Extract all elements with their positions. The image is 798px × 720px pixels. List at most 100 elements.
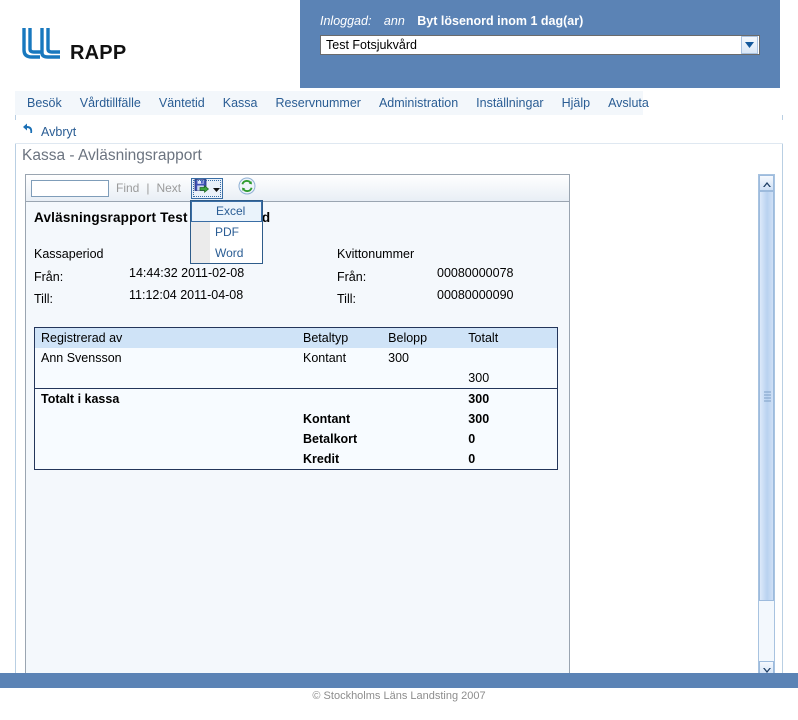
caret-down-icon[interactable] — [213, 179, 221, 197]
main-menu: Besök Vårdtillfälle Väntetid Kassa Reser… — [15, 91, 649, 115]
table-cell-type: Kredit — [303, 452, 340, 466]
export-menu-item-word[interactable]: Word — [191, 243, 262, 264]
menu-item-vantetid[interactable]: Väntetid — [150, 91, 214, 115]
save-export-icon — [194, 178, 210, 199]
scroll-up-button[interactable] — [759, 175, 774, 191]
column-header-totalt: Totalt — [462, 327, 558, 348]
cash-period-heading: Kassaperiod — [34, 247, 104, 261]
find-next-separator: | — [146, 181, 150, 195]
table-cell-amount — [382, 409, 462, 429]
cancel-link[interactable]: Avbryt — [15, 122, 76, 141]
receipt-number-block: Kvittonummer Från: 00080000078 Till: 000… — [337, 247, 567, 314]
table-header-row: Registrerad av Betaltyp Belopp Totalt — [34, 327, 558, 348]
vertical-scrollbar[interactable] — [758, 174, 775, 678]
table-cell-name — [35, 429, 298, 449]
menu-item-kassa[interactable]: Kassa — [214, 91, 267, 115]
menu-item-reservnummer[interactable]: Reservnummer — [267, 91, 370, 115]
table-cell-amount — [382, 388, 463, 409]
cash-period-from-value: 14:44:32 2011-02-08 — [129, 266, 245, 280]
receipt-to-row: Till: 00080000090 — [337, 288, 567, 314]
table-row: Betalkort 0 — [35, 429, 558, 449]
column-header-belopp: Belopp — [382, 327, 463, 348]
cash-period-to-value: 11:12:04 2011-04-08 — [129, 288, 244, 302]
cash-period-to-row: Till: 11:12:04 2011-04-08 — [34, 288, 334, 314]
table-cell-amount — [382, 429, 462, 449]
scroll-thumb[interactable] — [759, 191, 774, 601]
footer-bar — [0, 673, 798, 688]
cash-period-from-label: Från: — [34, 270, 64, 284]
receipt-heading: Kvittonummer — [337, 247, 415, 261]
menu-item-administration[interactable]: Administration — [370, 91, 467, 115]
cash-period-to-label: Till: — [34, 292, 53, 306]
menu-item-hjalp[interactable]: Hjälp — [553, 91, 600, 115]
brand-name: RAPP — [70, 42, 127, 64]
refresh-icon — [238, 177, 256, 200]
receipt-to-value: 00080000090 — [437, 288, 514, 302]
cancel-label: Avbryt — [41, 124, 77, 139]
table-cell-type — [297, 388, 383, 409]
report-table: Registrerad av Betaltyp Belopp Totalt An… — [34, 327, 558, 470]
table-cell-amount — [382, 368, 462, 389]
password-warning: Byt lösenord inom 1 dag(ar) — [417, 14, 584, 28]
scroll-track[interactable] — [759, 191, 774, 661]
table-cell-name — [35, 449, 298, 470]
find-next-label[interactable]: Next — [156, 181, 181, 195]
report-viewer: Find | Next Avläsningsrapport Test Fotsj… — [25, 174, 782, 678]
table-body: Ann Svensson Kontant 300 300 Totalt i kassa… — [34, 348, 558, 470]
menu-item-vardtillfalle[interactable]: Vårdtillfälle — [71, 91, 150, 115]
receipt-from-value: 00080000078 — [437, 266, 514, 280]
report-meta: Kassaperiod Från: 14:44:32 2011-02-08 Ti… — [34, 247, 569, 309]
column-header-betaltyp: Betaltyp — [297, 327, 383, 348]
table-cell-total: 300 — [468, 412, 490, 426]
unit-select-value: Test Fotsjukvård — [326, 38, 418, 52]
table-cell-total: 0 — [468, 432, 476, 446]
table-cell-name: Totalt i kassa — [34, 388, 297, 409]
table-cell-name: Ann Svensson — [41, 351, 122, 365]
jll-logo-icon — [18, 24, 66, 67]
table-cell-amount — [382, 449, 462, 470]
table-row: 300 — [35, 368, 558, 389]
table-cell-type: Kontant — [303, 412, 351, 426]
export-menu-item-excel[interactable]: Excel — [191, 201, 262, 222]
menu-item-avsluta[interactable]: Avsluta — [599, 91, 658, 115]
find-label[interactable]: Find — [116, 181, 139, 195]
export-menu-item-pdf[interactable]: PDF — [191, 222, 262, 243]
login-label: Inloggad: — [320, 14, 372, 28]
action-bar: Avbryt — [15, 120, 783, 144]
table-cell-total: 300 — [468, 371, 490, 385]
table-row: Kontant 300 — [35, 409, 558, 429]
report-content: Avläsningsrapport Test Fotsjukvård Kassa… — [26, 202, 569, 470]
find-input[interactable] — [31, 179, 109, 197]
table-cell-name — [35, 368, 298, 389]
footer-copyright: © Stockholms Läns Landsting 2007 — [312, 690, 486, 702]
unit-select[interactable]: Test Fotsjukvård — [320, 35, 760, 55]
undo-arrow-icon — [21, 122, 35, 141]
table-cell-type — [297, 368, 382, 389]
report-toolbar: Find | Next — [25, 174, 570, 201]
header: RAPP Inloggad: ann Byt lösenord inom 1 d… — [0, 0, 798, 88]
receipt-from-label: Från: — [337, 270, 367, 284]
menu-item-besok[interactable]: Besök — [15, 91, 71, 115]
cash-period-block: Kassaperiod Från: 14:44:32 2011-02-08 Ti… — [34, 247, 334, 314]
column-header-registrerad-av: Registrerad av — [34, 327, 297, 348]
refresh-button[interactable] — [237, 177, 257, 200]
export-button[interactable] — [191, 177, 224, 199]
export-format-menu: Excel PDF Word — [190, 200, 263, 264]
login-info: Inloggad: ann Byt lösenord inom 1 dag(ar… — [320, 14, 583, 28]
table-cell-name — [35, 409, 298, 429]
table-cell-amount: 300 — [388, 351, 410, 365]
menu-item-installningar[interactable]: Inställningar — [467, 91, 552, 115]
scroll-grip-icon — [764, 391, 771, 402]
chevron-down-icon[interactable] — [741, 36, 758, 54]
table-row: Kredit 0 — [35, 449, 558, 470]
application-window: RAPP Inloggad: ann Byt lösenord inom 1 d… — [0, 0, 798, 720]
brand-logo[interactable]: RAPP — [18, 24, 126, 67]
table-row: Ann Svensson Kontant 300 — [35, 348, 558, 368]
report-title: Avläsningsrapport Test Fotsjukvård — [34, 210, 271, 225]
table-cell-type: Betalkort — [303, 432, 358, 446]
table-cell-type: Kontant — [303, 351, 347, 365]
receipt-to-label: Till: — [337, 292, 356, 306]
table-cell-total: 300 — [462, 388, 558, 409]
table-cell-total — [462, 348, 557, 368]
table-cell-total: 0 — [468, 452, 476, 466]
